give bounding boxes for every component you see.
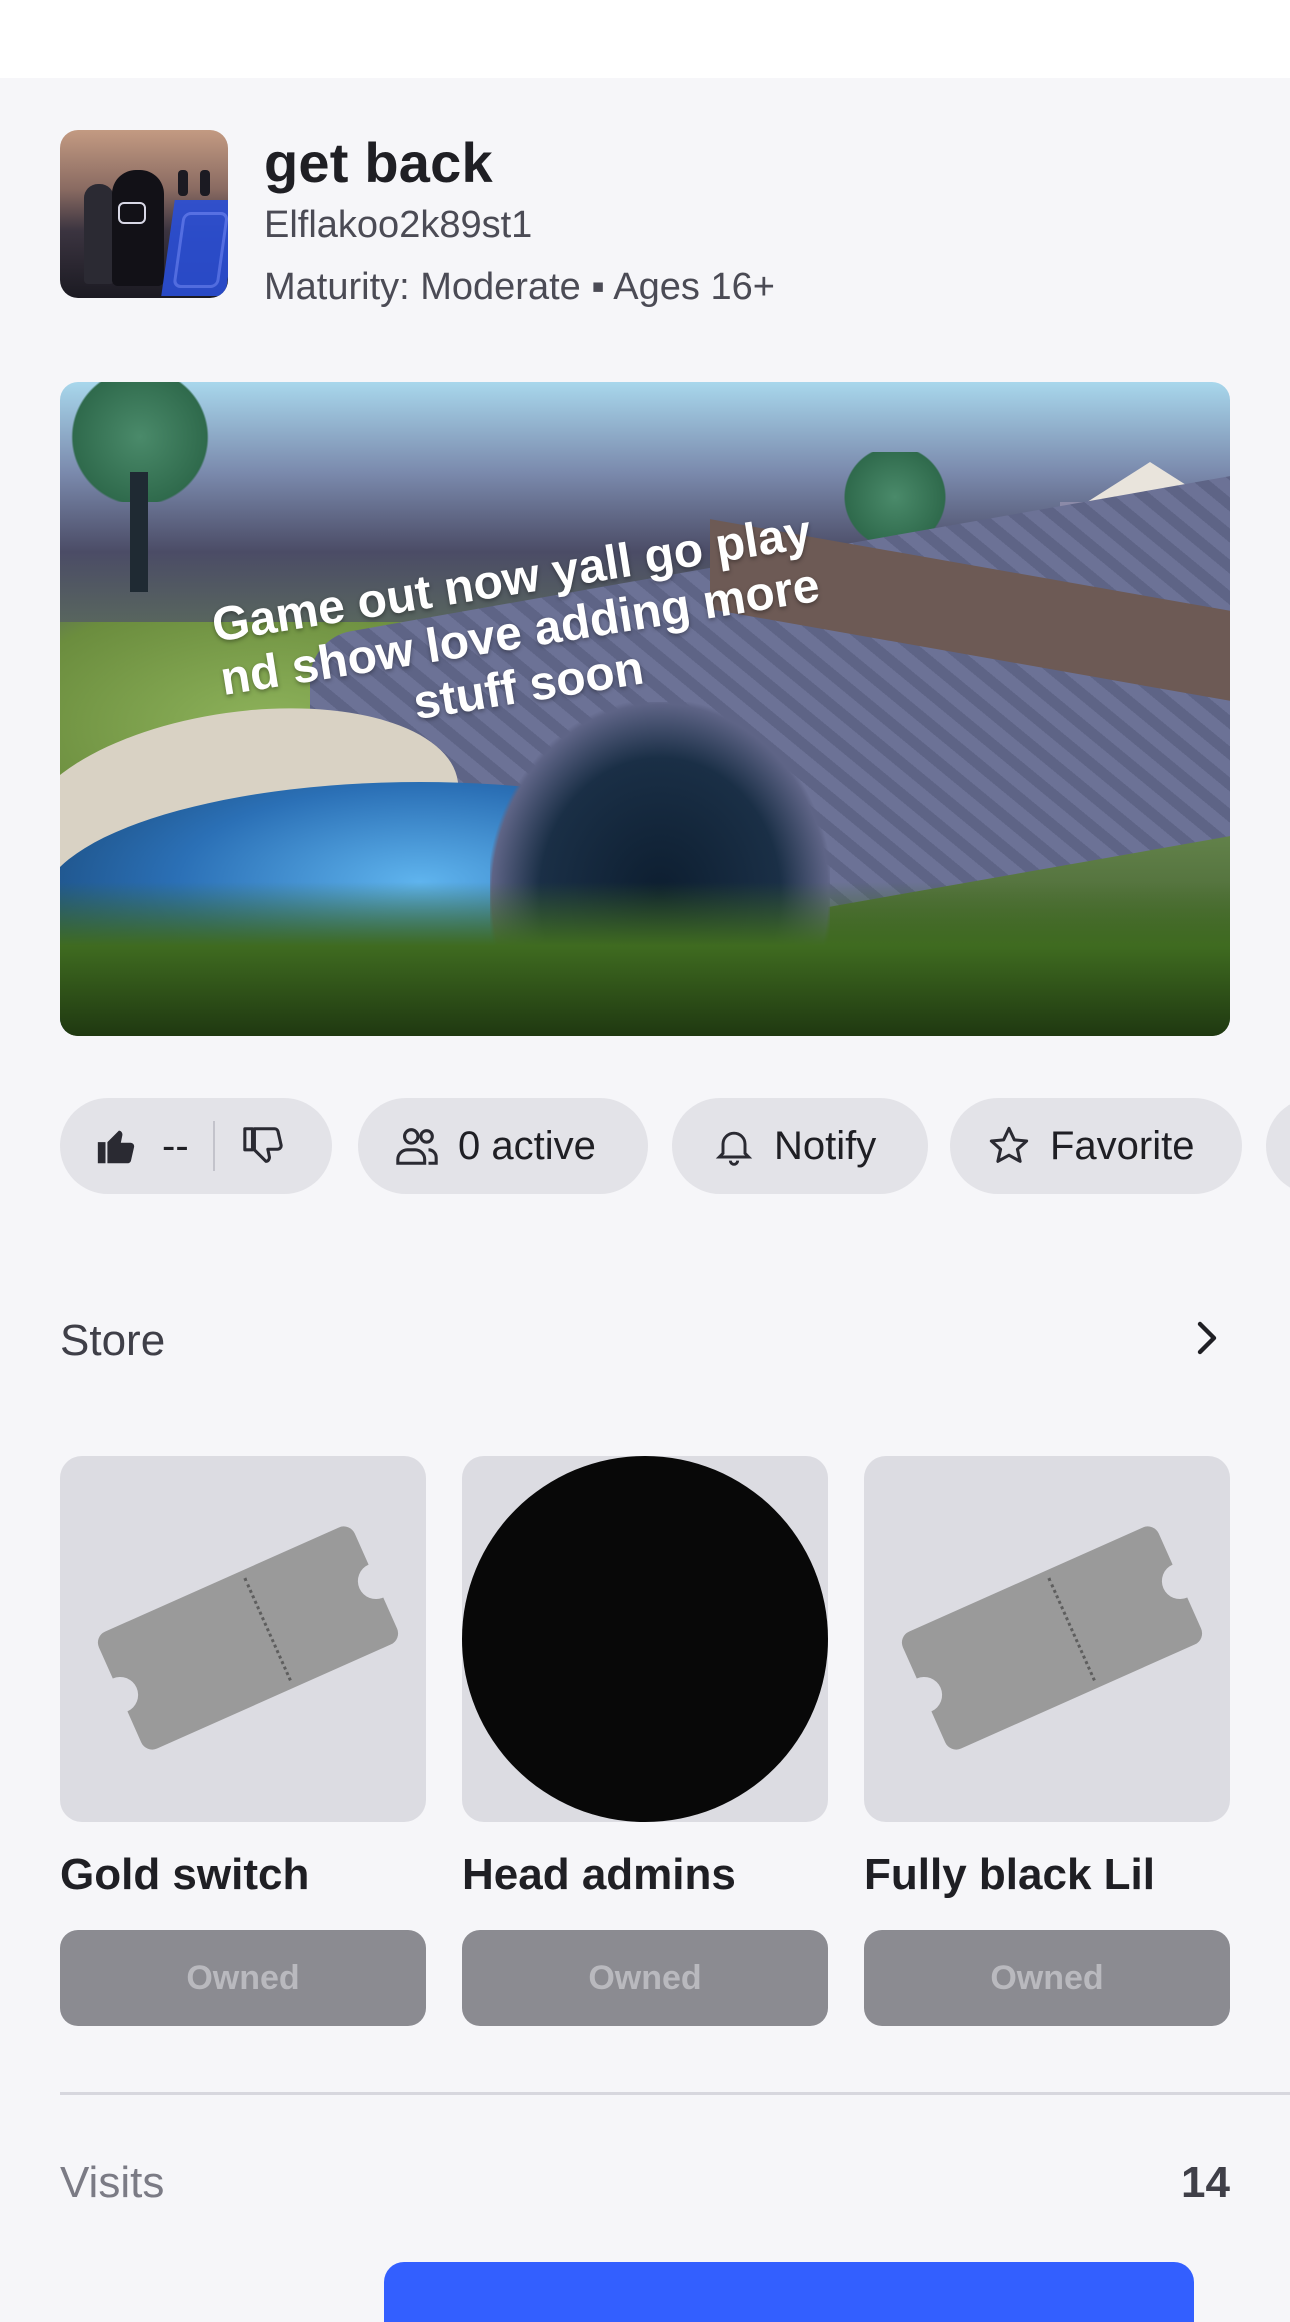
game-header: get back Elflakoo2k89st1 Maturity: Moder… (60, 130, 1240, 308)
vote-divider (212, 1121, 215, 1171)
store-item[interactable]: Gold switch Owned (60, 1456, 426, 2026)
store-items: Gold switch Owned Head admins Owned Full… (60, 1456, 1230, 2026)
visits-label: Visits (60, 2158, 165, 2207)
favorite-button[interactable]: Favorite (950, 1098, 1242, 1194)
item-image[interactable] (462, 1456, 828, 1822)
ticket-icon[interactable] (864, 1456, 1230, 1822)
store-item[interactable]: Fully black Lil Owned (864, 1456, 1230, 2026)
owned-button[interactable]: Owned (462, 1930, 828, 2026)
store-header[interactable]: Store (60, 1306, 1230, 1376)
active-players-pill[interactable]: 0 active (358, 1098, 648, 1194)
active-count: 0 active (458, 1123, 596, 1168)
owned-button[interactable]: Owned (864, 1930, 1230, 2026)
owned-button[interactable]: Owned (60, 1930, 426, 2026)
store-item[interactable]: Head admins Owned (462, 1456, 828, 2026)
visits-value: 14 (1181, 2158, 1230, 2207)
action-bar: -- 0 active Notify Favorite (60, 1098, 1290, 1194)
game-thumbnail[interactable] (60, 130, 228, 298)
item-name: Fully black Lil (864, 1850, 1155, 1899)
favorite-label: Favorite (1050, 1123, 1195, 1168)
thumbs-down-icon[interactable] (241, 1123, 287, 1169)
creator-name[interactable]: Elflakoo2k89st1 (264, 204, 532, 247)
more-actions-pill[interactable] (1266, 1098, 1290, 1194)
black-circle-image (462, 1456, 828, 1822)
game-title: get back (264, 131, 493, 194)
item-name: Gold switch (60, 1850, 310, 1899)
notify-button[interactable]: Notify (672, 1098, 928, 1194)
store-title: Store (60, 1316, 166, 1365)
section-divider (60, 2092, 1290, 2095)
vote-count: -- (162, 1123, 189, 1168)
ticket-icon[interactable] (60, 1456, 426, 1822)
star-icon (986, 1123, 1032, 1169)
vote-pill: -- (60, 1098, 332, 1194)
bell-icon (712, 1124, 756, 1168)
top-bar (0, 0, 1290, 78)
maturity-rating: Maturity: Moderate ▪ Ages 16+ (264, 266, 775, 308)
thumbs-up-icon[interactable] (94, 1123, 140, 1169)
play-button[interactable] (384, 2262, 1194, 2322)
game-hero-image[interactable]: Game out now yall go play nd show love a… (60, 382, 1230, 1036)
item-name: Head admins (462, 1850, 736, 1899)
users-icon (394, 1123, 440, 1169)
notify-label: Notify (774, 1123, 877, 1168)
chevron-right-icon[interactable] (1182, 1314, 1230, 1362)
